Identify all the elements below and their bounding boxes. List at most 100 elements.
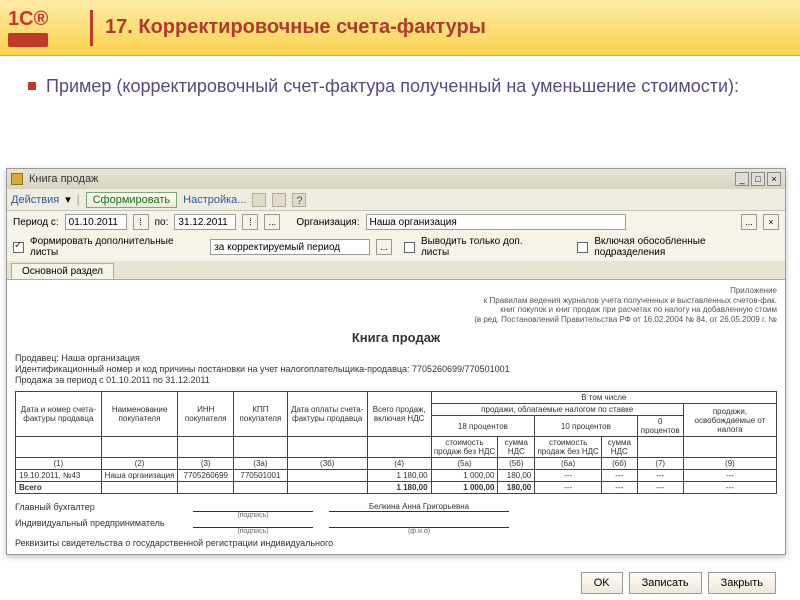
period-from-picker[interactable]: ⁞: [133, 214, 149, 230]
minimize-button[interactable]: _: [735, 172, 749, 186]
period-from-label: Период с:: [13, 217, 59, 228]
subcol-6b: сумма НДС: [602, 437, 637, 458]
ip-name-field: (ф.и.о): [329, 518, 509, 528]
subcol-5b: сумма НДС: [498, 437, 535, 458]
hint-sign-2: (подпись): [193, 528, 313, 535]
toolbar-icon-1[interactable]: [252, 193, 266, 207]
period-from-input[interactable]: [65, 214, 127, 230]
chief-name-field: Белкина Анна Григорьевна: [329, 502, 509, 512]
cell-kpp: 770501001: [234, 470, 288, 482]
separate-divisions-checkbox[interactable]: [577, 242, 588, 253]
only-addl-checkbox[interactable]: [404, 242, 415, 253]
cell-buyer: Наша организация: [101, 470, 178, 482]
num-6a: (6а): [535, 458, 602, 470]
num-5b: (5б): [498, 458, 535, 470]
only-addl-label: Выводить только доп. листы: [421, 236, 553, 258]
ip-sign-field: (подпись): [193, 518, 313, 528]
additional-sheets-label: Формировать дополнительные листы: [30, 236, 204, 258]
subcol-empty6: [367, 437, 431, 458]
toolbar-icon-2[interactable]: [272, 193, 286, 207]
actions-menu[interactable]: Действия: [11, 194, 59, 206]
org-select-button[interactable]: ...: [741, 214, 757, 230]
save-button[interactable]: Записать: [629, 572, 702, 594]
table-total-row: Всего 1 180,00 1 000,00 180,00 --- --- -…: [16, 482, 777, 494]
subcol-empty3: [178, 437, 234, 458]
slide-title-text: Корректировочные счета-фактуры: [138, 16, 485, 38]
bullet-marker-icon: [28, 82, 36, 90]
separate-divisions-label: Включая обособленные подразделения: [594, 236, 779, 258]
toolbar: Действия ▾ | Сформировать Настройка... ?: [7, 189, 785, 211]
additional-sheets-checkbox[interactable]: [13, 242, 24, 253]
cell-pay: [287, 470, 367, 482]
reg-line-3: книг покупок и книг продаж при расчетах …: [15, 305, 777, 315]
period-to-input[interactable]: [174, 214, 236, 230]
title-divider: [90, 10, 93, 46]
col-pct18: 18 процентов: [431, 416, 535, 437]
bullet-item: Пример (корректировочный счет-фактура по…: [28, 74, 772, 98]
tab-main[interactable]: Основной раздел: [11, 263, 114, 279]
sales-book-window: Книга продаж _ □ × Действия ▾ | Сформиро…: [6, 168, 786, 555]
subcol-empty4: [234, 437, 288, 458]
org-input[interactable]: [366, 214, 626, 230]
logo-text: 1C®: [8, 8, 48, 31]
generate-button[interactable]: Сформировать: [86, 192, 178, 208]
close-button[interactable]: ×: [767, 172, 781, 186]
bullet-text: Пример (корректировочный счет-фактура по…: [46, 74, 739, 98]
window-icon: [11, 173, 23, 185]
period-range-button[interactable]: ...: [264, 214, 280, 230]
num-3a: (3а): [234, 458, 288, 470]
sig-chief-row: Главный бухгалтер (подпись) Белкина Анна…: [15, 502, 777, 512]
additional-mode-input[interactable]: [210, 239, 370, 255]
seller-line: Продавец: Наша организация: [15, 353, 777, 363]
chief-sign-field: (подпись): [193, 502, 313, 512]
col-pct10: 10 процентов: [535, 416, 637, 437]
cell-total: 1 180,00: [367, 470, 431, 482]
maximize-button[interactable]: □: [751, 172, 765, 186]
tab-strip: Основной раздел: [7, 261, 785, 280]
org-label: Организация:: [296, 217, 359, 228]
settings-link[interactable]: Настройка...: [183, 194, 246, 206]
table-row: 19.10.2011, №43 Наша организация 7705260…: [16, 470, 777, 482]
col-inn: ИНН покупателя: [178, 392, 234, 437]
ok-button[interactable]: OK: [581, 572, 623, 594]
subcol-empty1: [16, 437, 102, 458]
num-3: (3): [178, 458, 234, 470]
col-total: Всего продаж, включая НДС: [367, 392, 431, 437]
num-6b: (6б): [602, 458, 637, 470]
slide-title: 17. Корректировочные счета-фактуры: [105, 16, 486, 39]
tot-9: ---: [683, 482, 776, 494]
tot-total: 1 180,00: [367, 482, 431, 494]
reg-line-1: Приложение: [15, 286, 777, 296]
toolbar-separator: |: [77, 194, 80, 206]
org-clear-button[interactable]: ×: [763, 214, 779, 230]
cell-6b: ---: [602, 470, 637, 482]
reg-line-2: к Правилам ведения журналов учета получе…: [15, 296, 777, 306]
reg-line-4: (в ред. Постановлений Правительства РФ о…: [15, 315, 777, 325]
sig-ip-row: Индивидуальный предприниматель (подпись)…: [15, 518, 777, 528]
cell-inn: 7705260699: [178, 470, 234, 482]
cell-7: ---: [637, 470, 683, 482]
rekv-line: Реквизиты свидетельства о государственно…: [15, 538, 777, 548]
cell-6a: ---: [535, 470, 602, 482]
col-paydate: Дата оплаты счета-фактуры продавца: [287, 392, 367, 437]
bottom-buttons: OK Записать Закрыть: [581, 572, 776, 594]
window-title: Книга продаж: [29, 173, 733, 185]
slide-number: 17.: [105, 16, 133, 38]
tot-5b: 180,00: [498, 482, 535, 494]
content-area: Пример (корректировочный счет-фактура по…: [0, 56, 800, 126]
tot-5a: 1 000,00: [431, 482, 498, 494]
additional-mode-picker[interactable]: ...: [376, 239, 392, 255]
hint-fio-2: (ф.и.о): [329, 528, 509, 535]
subcol-empty7: [637, 437, 683, 458]
ip-label: Индивидуальный предприниматель: [15, 518, 185, 528]
period-filter-row: Период с: ⁞ по: ⁞ ... Организация: ... ×: [7, 211, 785, 233]
cell-9: ---: [683, 470, 776, 482]
subcol-5a: стоимость продаж без НДС: [431, 437, 498, 458]
tot-6a: ---: [535, 482, 602, 494]
close-dialog-button[interactable]: Закрыть: [708, 572, 776, 594]
period-to-picker[interactable]: ⁞: [242, 214, 258, 230]
help-icon[interactable]: ?: [292, 193, 306, 207]
window-titlebar[interactable]: Книга продаж _ □ ×: [7, 169, 785, 189]
dropdown-arrow-icon[interactable]: ▾: [65, 193, 71, 206]
report-area: Приложение к Правилам ведения журналов у…: [7, 280, 785, 554]
